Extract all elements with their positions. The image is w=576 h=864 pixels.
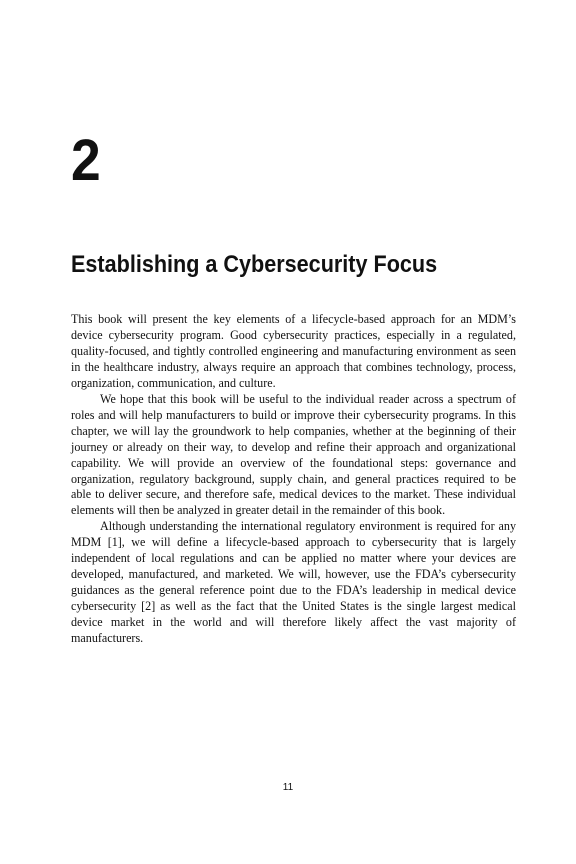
chapter-title: Establishing a Cybersecurity Focus xyxy=(71,251,438,278)
chapter-body: This book will present the key elements … xyxy=(71,312,516,647)
paragraph-regulatory: Although understanding the international… xyxy=(71,519,516,646)
page-number: 11 xyxy=(282,782,294,793)
chapter-number: 2 xyxy=(71,128,101,193)
paragraph-intro: This book will present the key elements … xyxy=(71,312,516,390)
paragraph-purpose: We hope that this book will be useful to… xyxy=(71,391,516,518)
